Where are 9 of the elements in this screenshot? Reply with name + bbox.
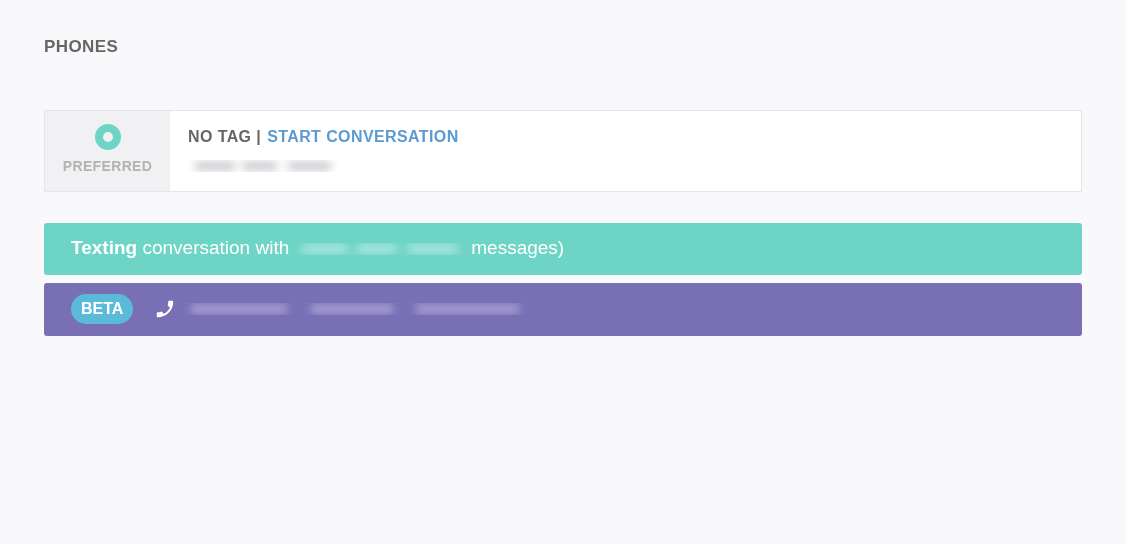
start-conversation-link[interactable]: START CONVERSATION <box>267 124 459 149</box>
messages-text: messages) <box>471 236 565 261</box>
tag-label: NO TAG | <box>188 126 262 147</box>
section-title: PHONES <box>44 36 120 58</box>
texting-bar[interactable]: Texting conversation with messages) <box>44 222 1082 275</box>
preferred-label: PREFERRED <box>62 157 153 176</box>
texting-text: Texting conversation with <box>71 236 290 261</box>
call-bar[interactable]: BETA <box>44 282 1082 336</box>
beta-badge: BETA <box>71 294 134 324</box>
